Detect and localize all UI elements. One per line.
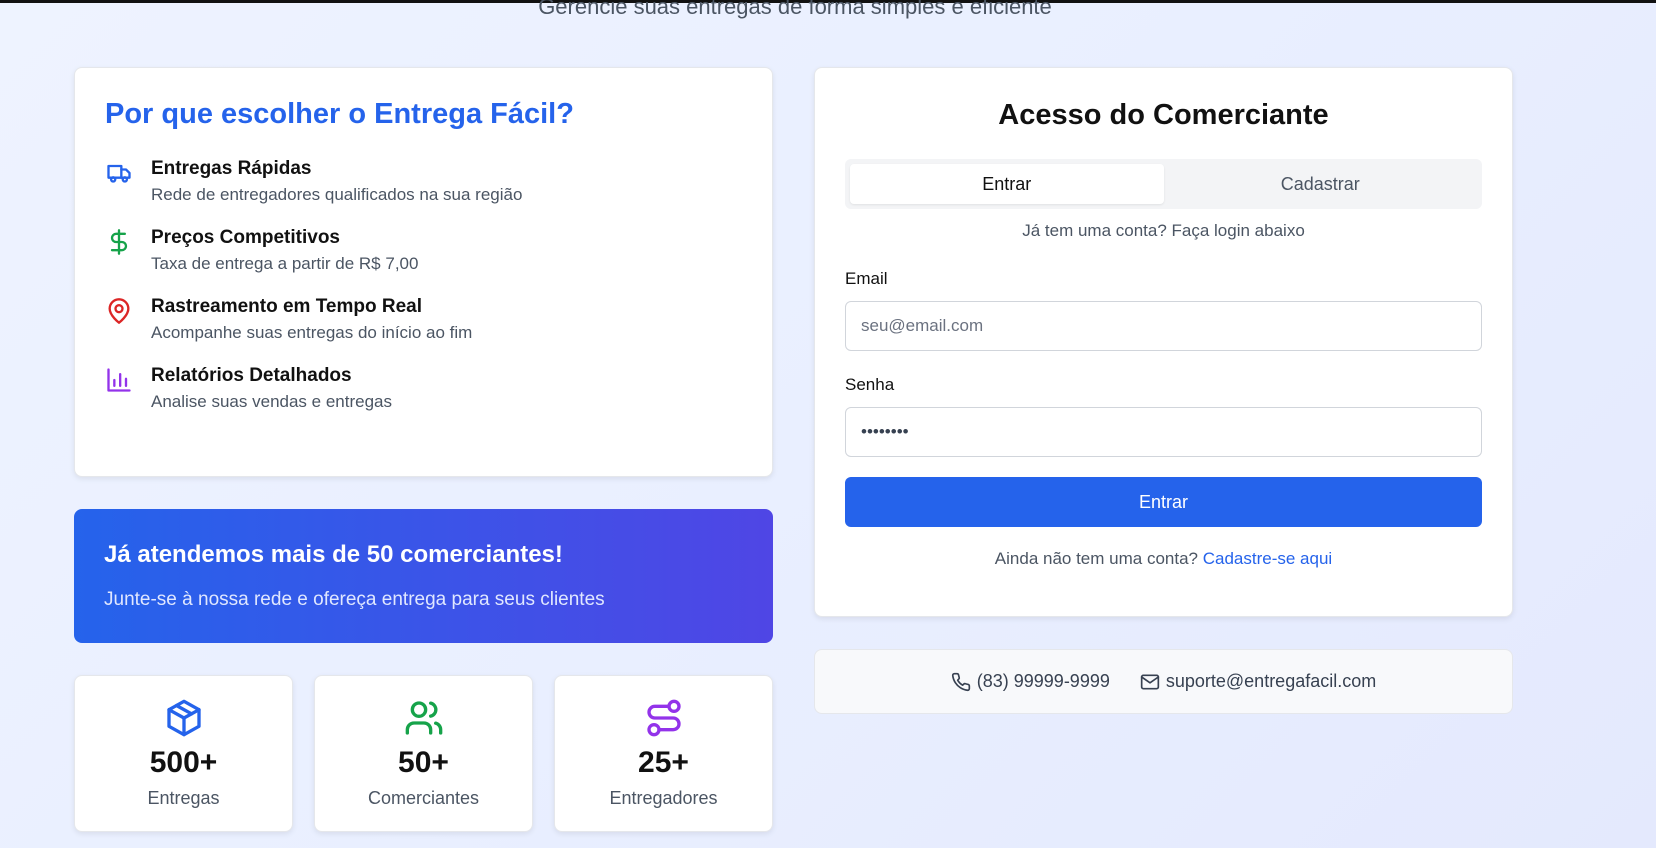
bar-chart-icon: [107, 368, 131, 392]
login-card: Acesso do Comerciante Entrar Cadastrar J…: [814, 67, 1513, 617]
signup-link[interactable]: Cadastre-se aqui: [1203, 549, 1332, 568]
feature-item: Preços Competitivos Taxa de entrega a pa…: [105, 226, 742, 276]
feature-desc: Taxa de entrega a partir de R$ 7,00: [151, 254, 419, 273]
promo-banner: Já atendemos mais de 50 comerciantes! Ju…: [74, 509, 773, 643]
email-field[interactable]: [845, 301, 1482, 351]
page-subtitle: Gerencie suas entregas de forma simples …: [538, 0, 1052, 19]
banner-title: Já atendemos mais de 50 comerciantes!: [104, 541, 563, 568]
feature-item: Rastreamento em Tempo Real Acompanhe sua…: [105, 295, 742, 345]
truck-icon: [107, 164, 131, 183]
feature-item: Entregas Rápidas Rede de entregadores qu…: [105, 157, 742, 207]
feature-item: Relatórios Detalhados Analise suas venda…: [105, 364, 742, 414]
stat-value: 50+: [398, 746, 449, 779]
package-icon: [166, 699, 201, 737]
stat-value: 500+: [149, 746, 218, 779]
feature-title: Entregas Rápidas: [151, 158, 312, 179]
features-card: Por que escolher o Entrega Fácil? Entreg…: [74, 67, 773, 477]
feature-desc: Analise suas vendas e entregas: [151, 392, 392, 411]
stat-label: Entregas: [147, 788, 220, 808]
feature-title: Preços Competitivos: [151, 227, 340, 248]
feature-title: Relatórios Detalhados: [151, 365, 352, 386]
dollar-icon: [110, 229, 128, 255]
stat-value: 25+: [638, 746, 689, 779]
stat-card-couriers: 25+ Entregadores: [554, 675, 773, 832]
stat-label: Comerciantes: [367, 788, 480, 808]
stat-label: Entregadores: [609, 788, 718, 808]
feature-title: Rastreamento em Tempo Real: [151, 296, 423, 317]
signup-prompt-text: Ainda não tem uma conta?: [994, 549, 1198, 568]
password-label: Senha: [845, 375, 895, 394]
banner-desc: Junte-se à nossa rede e ofereça entrega …: [104, 589, 605, 610]
auth-tabs: Entrar Cadastrar: [845, 159, 1482, 209]
phone-icon: [951, 672, 970, 691]
tab-login[interactable]: Entrar: [850, 164, 1164, 204]
email-label: Email: [845, 269, 888, 288]
contact-phone-text: (83) 99999-9999: [976, 671, 1110, 691]
stat-card-deliveries: 500+ Entregas: [74, 675, 293, 832]
contact-email[interactable]: suporte@entregafacil.com: [1140, 671, 1376, 692]
login-title: Acesso do Comerciante: [998, 99, 1329, 131]
password-field[interactable]: [845, 407, 1482, 457]
map-pin-icon: [108, 298, 130, 324]
contact-bar: (83) 99999-9999 suporte@entregafacil.com: [814, 649, 1513, 714]
feature-desc: Rede de entregadores qualificados na sua…: [151, 185, 523, 204]
route-icon: [646, 699, 681, 737]
users-icon: [405, 701, 442, 735]
login-submit-button[interactable]: Entrar: [845, 477, 1482, 527]
signup-prompt: Ainda não tem uma conta? Cadastre-se aqu…: [845, 549, 1482, 569]
stat-card-merchants: 50+ Comerciantes: [314, 675, 533, 832]
contact-email-text: suporte@entregafacil.com: [1165, 671, 1377, 691]
login-hint: Já tem uma conta? Faça login abaixo: [1022, 221, 1305, 240]
contact-phone[interactable]: (83) 99999-9999: [951, 671, 1110, 692]
features-title: Por que escolher o Entrega Fácil?: [105, 98, 574, 130]
tab-register[interactable]: Cadastrar: [1164, 164, 1478, 204]
feature-desc: Acompanhe suas entregas do início ao fim: [151, 323, 473, 342]
mail-icon: [1140, 674, 1160, 689]
